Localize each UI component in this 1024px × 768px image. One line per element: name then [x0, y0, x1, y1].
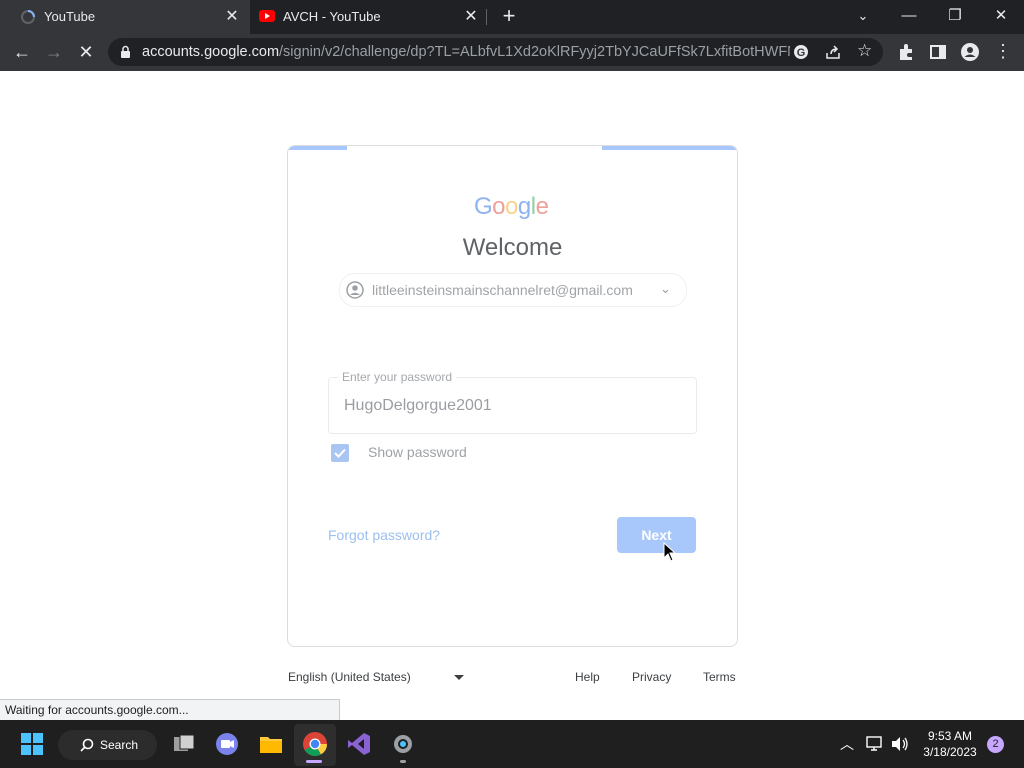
- status-text: Waiting for accounts.google.com...: [5, 703, 189, 717]
- tab-avch-youtube[interactable]: AVCH - YouTube ✕: [250, 0, 490, 34]
- url-text: accounts.google.com/signin/v2/challenge/…: [142, 44, 790, 60]
- lock-icon: [121, 45, 130, 58]
- taskbar-clock[interactable]: 9:53 AM 3/18/2023: [918, 728, 982, 760]
- logo-letter: o: [505, 193, 518, 220]
- next-button[interactable]: Next: [617, 517, 696, 553]
- loading-spinner-icon: [21, 10, 35, 24]
- profile-avatar[interactable]: [960, 42, 980, 62]
- taskbar-search-button[interactable]: Search: [58, 730, 157, 760]
- google-lens-icon[interactable]: G: [793, 44, 809, 60]
- side-panel-icon[interactable]: [929, 43, 947, 61]
- search-icon: [80, 738, 94, 752]
- svg-text:G: G: [797, 47, 806, 59]
- check-icon: [334, 448, 346, 458]
- clock-date: 3/18/2023: [923, 745, 977, 759]
- logo-letter: G: [474, 193, 493, 220]
- restore-button[interactable]: ❐: [935, 4, 975, 28]
- dropdown-arrow-icon[interactable]: [454, 675, 464, 680]
- forgot-password-link[interactable]: Forgot password?: [328, 527, 440, 543]
- chrome-icon[interactable]: [302, 731, 328, 757]
- account-chip[interactable]: littleeinsteinsmainschannelret@gmail.com…: [339, 273, 687, 307]
- language-label: English (United States): [288, 670, 411, 684]
- settings-gear-icon[interactable]: [390, 731, 416, 757]
- forward-button[interactable]: →: [40, 38, 68, 66]
- menu-kebab-icon[interactable]: ⋮: [994, 41, 1012, 62]
- share-icon[interactable]: [825, 44, 841, 60]
- signin-card: Google Welcome littleeinsteinsmainschann…: [287, 145, 738, 647]
- close-tab-icon[interactable]: ✕: [222, 7, 242, 27]
- youtube-icon: [259, 10, 275, 22]
- running-app-indicator: [400, 760, 406, 763]
- logo-letter: e: [535, 193, 549, 220]
- show-password-checkbox[interactable]: [331, 444, 349, 462]
- progress-bar-right: [602, 146, 737, 150]
- mouse-cursor-icon: [663, 542, 677, 562]
- close-tab-icon[interactable]: ✕: [461, 7, 481, 27]
- logo-letter: o: [492, 193, 506, 220]
- url-path: /signin/v2/challenge/dp?TL=ALbfvL1Xd2oKl…: [279, 44, 790, 60]
- tab-title: AVCH - YouTube: [283, 9, 381, 24]
- volume-icon[interactable]: [891, 736, 909, 752]
- extensions-icon[interactable]: [897, 43, 915, 61]
- clock-time: 9:53 AM: [927, 729, 973, 743]
- new-tab-button[interactable]: +: [497, 4, 521, 28]
- tab-title: YouTube: [44, 9, 96, 24]
- address-bar[interactable]: accounts.google.com/signin/v2/challenge/…: [108, 38, 883, 66]
- show-password-label[interactable]: Show password: [368, 444, 467, 460]
- windows-start-icon[interactable]: [21, 733, 43, 755]
- tab-divider: [486, 9, 487, 25]
- search-label: Search: [100, 738, 139, 752]
- stop-loading-button[interactable]: ✕: [72, 38, 100, 66]
- password-input[interactable]: HugoDelgorgue2001: [344, 397, 492, 415]
- tab-youtube[interactable]: YouTube ✕: [0, 0, 250, 34]
- account-circle-icon: [346, 281, 364, 299]
- password-label: Enter your password: [338, 370, 457, 384]
- help-link[interactable]: Help: [575, 670, 600, 684]
- url-host: accounts.google.com: [142, 44, 280, 60]
- progress-bar-left: [288, 146, 347, 150]
- chevron-down-icon: ⌄: [660, 281, 671, 296]
- notification-badge[interactable]: 2: [987, 736, 1004, 753]
- page-title: Welcome: [462, 234, 563, 261]
- google-logo: Google: [474, 193, 549, 221]
- file-explorer-icon[interactable]: [258, 731, 284, 757]
- close-window-button[interactable]: ✕: [981, 4, 1021, 28]
- task-view-icon[interactable]: [171, 731, 197, 757]
- logo-letter: g: [517, 193, 531, 220]
- tab-search-icon[interactable]: ⌄: [843, 4, 883, 28]
- terms-link[interactable]: Terms: [703, 670, 736, 684]
- account-email: littleeinsteinsmainschannelret@gmail.com: [372, 282, 633, 298]
- minimize-button[interactable]: —: [889, 4, 929, 28]
- status-bubble: Waiting for accounts.google.com...: [0, 699, 340, 721]
- privacy-link[interactable]: Privacy: [632, 670, 671, 684]
- back-button[interactable]: ←: [8, 38, 36, 66]
- password-field[interactable]: HugoDelgorgue2001: [328, 377, 697, 434]
- visual-studio-icon[interactable]: [346, 731, 372, 757]
- tray-chevron-up-icon[interactable]: ︿: [840, 734, 854, 754]
- active-app-indicator: [306, 760, 322, 763]
- language-selector[interactable]: English (United States): [288, 670, 411, 684]
- bookmark-star-icon[interactable]: ☆: [857, 41, 872, 61]
- network-icon[interactable]: [866, 736, 884, 752]
- teams-chat-icon[interactable]: [214, 731, 240, 757]
